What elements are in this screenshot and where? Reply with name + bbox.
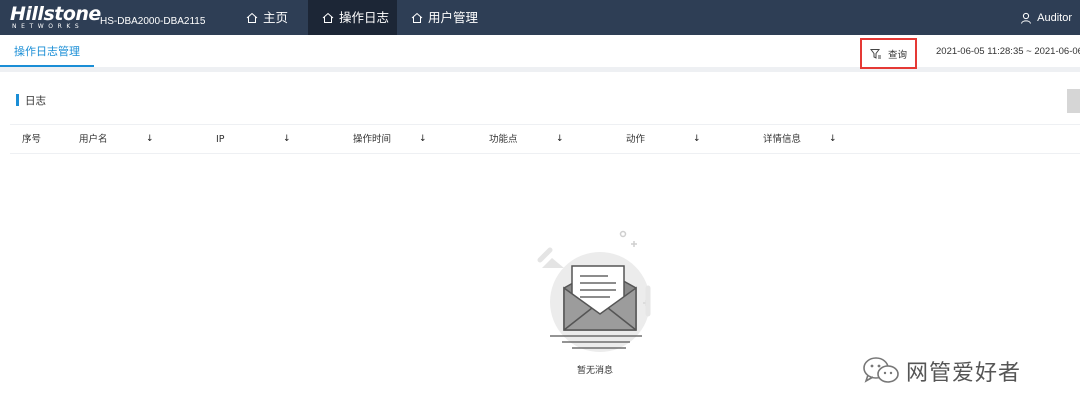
logo-subtext: NETWORKS xyxy=(12,23,84,30)
column-header-operation-time[interactable]: 操作时间 xyxy=(353,125,391,154)
side-panel-toggle[interactable] xyxy=(1067,89,1080,113)
home-icon xyxy=(322,12,334,23)
nav-item-user-management[interactable]: 用户管理 xyxy=(397,0,492,35)
section-title: 日志 xyxy=(16,94,46,107)
section-accent-bar xyxy=(16,94,19,106)
table-header: 序号 用户名 ↓ IP ↓ 操作时间 ↓ 功能点 ↓ 动作 ↓ 详情信息 ↓ xyxy=(10,124,1080,154)
column-header-details[interactable]: 详情信息 xyxy=(763,125,801,154)
nav-item-label: 用户管理 xyxy=(428,10,479,25)
nav-item-label: 主页 xyxy=(263,10,289,25)
query-label: 查询 xyxy=(887,49,907,61)
device-name: HS-DBA2000-DBA2115 xyxy=(100,16,206,27)
home-icon xyxy=(246,12,258,23)
hillstone-logo[interactable]: Hillstone NETWORKS xyxy=(10,4,101,32)
logo-text: Hillstone xyxy=(10,3,101,25)
nav-item-operation-log[interactable]: 操作日志 xyxy=(308,0,397,35)
watermark-text: 网管爱好者 xyxy=(906,361,1022,386)
query-button[interactable]: 查询 xyxy=(860,38,917,69)
filter-icon xyxy=(869,48,881,59)
nav-item-label: 操作日志 xyxy=(339,10,390,25)
chat-bubbles-icon xyxy=(863,357,899,383)
sort-arrow-icon[interactable]: ↓ xyxy=(283,125,291,154)
column-header-username[interactable]: 用户名 xyxy=(79,125,108,154)
sort-arrow-icon[interactable]: ↓ xyxy=(419,125,427,154)
sort-arrow-icon[interactable]: ↓ xyxy=(829,125,837,154)
tab-operation-log-management[interactable]: 操作日志管理 xyxy=(0,35,94,67)
sub-header: 操作日志管理 查询 2021-06-05 11:28:35 ~ 2021-06-… xyxy=(0,35,1080,72)
date-range-picker[interactable]: 2021-06-05 11:28:35 ~ 2021-06-06 11:28:3… xyxy=(931,35,1080,67)
user-icon xyxy=(1021,12,1032,24)
sort-arrow-icon[interactable]: ↓ xyxy=(146,125,154,154)
user-name: Auditor xyxy=(1037,11,1072,24)
nav-item-home[interactable]: 主页 xyxy=(232,0,302,35)
section-title-text: 日志 xyxy=(25,94,46,107)
column-header-index[interactable]: 序号 xyxy=(22,125,41,154)
empty-envelope-icon xyxy=(537,230,651,352)
top-navigation-bar: Hillstone NETWORKS HS-DBA2000-DBA2115 主页… xyxy=(0,0,1080,35)
empty-state-illustration xyxy=(530,230,670,380)
home-icon xyxy=(411,12,423,23)
column-header-function[interactable]: 功能点 xyxy=(489,125,518,154)
user-menu[interactable]: Auditor xyxy=(1020,0,1072,35)
column-header-action[interactable]: 动作 xyxy=(626,125,645,154)
watermark: 网管爱好者 xyxy=(862,355,1021,387)
sort-arrow-icon[interactable]: ↓ xyxy=(693,125,701,154)
column-header-ip[interactable]: IP xyxy=(216,125,225,154)
date-range-value: 2021-06-05 11:28:35 ~ 2021-06-06 11:28:3… xyxy=(936,45,1080,57)
sort-arrow-icon[interactable]: ↓ xyxy=(556,125,564,154)
